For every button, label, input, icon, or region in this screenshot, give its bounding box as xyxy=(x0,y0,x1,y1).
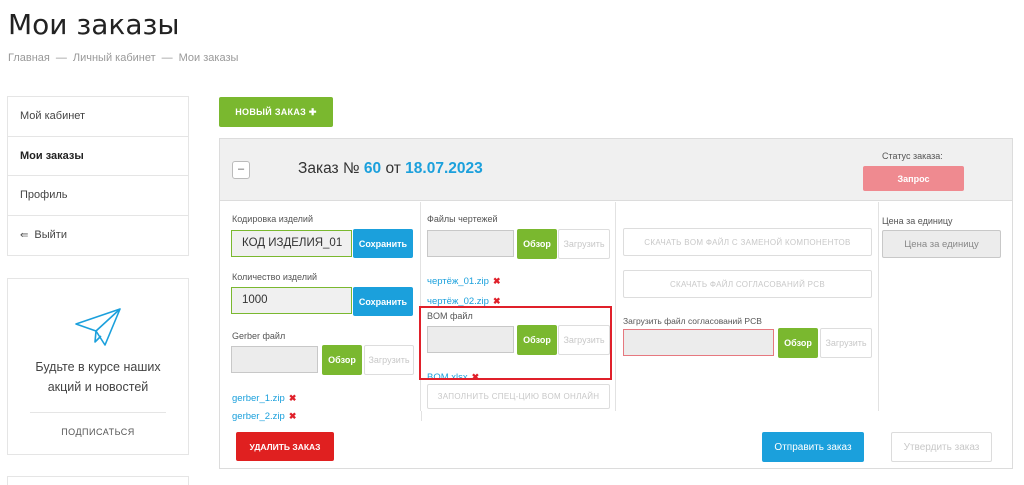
breadcrumb-home[interactable]: Главная xyxy=(8,52,50,64)
sidebar-item-label: Профиль xyxy=(20,189,68,201)
order-card: – Заказ № 60 от 18.07.2023 Статус заказа… xyxy=(219,138,1013,469)
sidebar-item-profile[interactable]: Профиль xyxy=(8,176,188,216)
breadcrumb: Главная — Личный кабинет — Мои заказы xyxy=(8,52,238,64)
sidebar-menu: Мой кабинет Мои заказы Профиль ⇚ Выйти xyxy=(7,96,189,256)
delete-order-button[interactable]: УДАЛИТЬ ЗАКАЗ xyxy=(236,432,334,461)
subscribe-text-line: акций и новостей xyxy=(47,380,149,394)
list-item: gerber_2.zip ✖ xyxy=(232,406,296,424)
breadcrumb-separator: — xyxy=(161,52,173,64)
price-label: Цена за единицу xyxy=(882,216,953,226)
sidebar-item-label: Мой кабинет xyxy=(20,110,86,122)
approve-order-button[interactable]: Утвердить заказ xyxy=(891,432,992,462)
order-number: 60 xyxy=(363,160,382,177)
subscribe-link[interactable]: ПОДПИСАТЬСЯ xyxy=(8,427,188,437)
price-input[interactable]: Цена за единицу xyxy=(882,230,1001,258)
sidebar-item-my-cabinet[interactable]: Мой кабинет xyxy=(8,97,188,137)
sidebar-item-label: Мои заказы xyxy=(20,149,84,162)
sidebar-item-my-orders[interactable]: Мои заказы xyxy=(8,137,188,176)
sidebar-item-label: Выйти xyxy=(34,228,67,241)
column-approvals: СКАЧАТЬ BOM ФАЙЛ С ЗАМЕНОЙ КОМПОНЕНТОВ С… xyxy=(617,202,879,411)
drawings-browse-button[interactable]: Обзор xyxy=(517,229,557,259)
drawings-upload-button[interactable]: Загрузить xyxy=(558,229,610,259)
remove-file-icon[interactable]: ✖ xyxy=(289,411,297,421)
breadcrumb-current: Мои заказы xyxy=(178,52,239,64)
file-link[interactable]: gerber_1.zip xyxy=(232,393,285,404)
list-item: gerber_1.zip ✖ xyxy=(232,388,296,406)
bom-highlight-frame xyxy=(419,306,612,380)
remove-file-icon[interactable]: ✖ xyxy=(493,276,501,286)
fill-bom-online-button[interactable]: ЗАПОЛНИТЬ СПЕЦ-ЦИЮ BOM ОНЛАЙН xyxy=(427,384,610,409)
drawings-label: Файлы чертежей xyxy=(427,214,498,224)
sidebar-item-logout[interactable]: ⇚ Выйти xyxy=(8,216,188,256)
order-title: Заказ № 60 от 18.07.2023 xyxy=(298,160,483,178)
gerber-browse-button[interactable]: Обзор xyxy=(322,345,362,375)
download-bom-button[interactable]: СКАЧАТЬ BOM ФАЙЛ С ЗАМЕНОЙ КОМПОНЕНТОВ xyxy=(623,228,872,256)
remove-file-icon[interactable]: ✖ xyxy=(493,296,501,306)
logout-icon: ⇚ xyxy=(20,229,29,241)
new-order-label: НОВЫЙ ЗАКАЗ xyxy=(235,107,307,117)
order-header: – Заказ № 60 от 18.07.2023 Статус заказа… xyxy=(220,139,1012,201)
pcb-file-input[interactable] xyxy=(623,329,774,356)
gerber-file-input[interactable] xyxy=(231,346,318,373)
code-input[interactable]: КОД ИЗДЕЛИЯ_01 xyxy=(231,230,352,257)
save-qty-button[interactable]: Сохранить xyxy=(353,287,413,316)
list-item: чертёж_01.zip ✖ xyxy=(427,271,500,289)
qty-input[interactable]: 1000 xyxy=(231,287,352,314)
subscribe-text-line: Будьте в курсе наших xyxy=(35,360,161,374)
gerber-upload-button[interactable]: Загрузить xyxy=(364,345,414,375)
pcb-browse-button[interactable]: Обзор xyxy=(778,328,818,358)
sidebar-next-block xyxy=(7,476,189,485)
column-price: Цена за единицу Цена за единицу xyxy=(880,202,1012,411)
new-order-button[interactable]: НОВЫЙ ЗАКАЗ ✚ xyxy=(219,97,333,127)
file-link[interactable]: чертёж_01.zip xyxy=(427,276,489,287)
order-date: 18.07.2023 xyxy=(405,160,483,177)
collapse-button[interactable]: – xyxy=(232,161,250,179)
pcb-upload-button[interactable]: Загрузить xyxy=(820,328,872,358)
divider xyxy=(30,412,166,413)
subscribe-box: Будьте в курсе наших акций и новостей ПО… xyxy=(7,278,189,455)
upload-pcb-label: Загрузить файл согласований PCB xyxy=(623,316,762,326)
plus-icon: ✚ xyxy=(308,106,317,117)
status-label: Статус заказа: xyxy=(882,151,943,161)
send-order-button[interactable]: Отправить заказ xyxy=(762,432,864,462)
order-title-prefix: Заказ № xyxy=(298,160,360,177)
status-badge: Запрос xyxy=(863,166,964,191)
remove-file-icon[interactable]: ✖ xyxy=(289,393,297,403)
breadcrumb-cabinet[interactable]: Личный кабинет xyxy=(73,52,156,64)
paper-plane-icon xyxy=(75,308,121,346)
subscribe-text: Будьте в курсе наших акций и новостей xyxy=(8,357,188,397)
file-link[interactable]: gerber_2.zip xyxy=(232,411,285,422)
save-code-button[interactable]: Сохранить xyxy=(353,229,413,258)
download-pcb-button[interactable]: СКАЧАТЬ ФАЙЛ СОГЛАСОВАНИЙ PCB xyxy=(623,270,872,298)
order-date-prefix: от xyxy=(385,160,401,177)
drawings-file-input[interactable] xyxy=(427,230,514,257)
divider xyxy=(421,411,422,421)
qty-label: Количество изделий xyxy=(232,272,318,282)
breadcrumb-separator: — xyxy=(55,52,67,64)
column-product: Кодировка изделий КОД ИЗДЕЛИЯ_01 Сохрани… xyxy=(220,202,421,411)
page-title: Мои заказы xyxy=(8,8,180,41)
code-label: Кодировка изделий xyxy=(232,214,313,224)
gerber-label: Gerber файл xyxy=(232,331,286,341)
